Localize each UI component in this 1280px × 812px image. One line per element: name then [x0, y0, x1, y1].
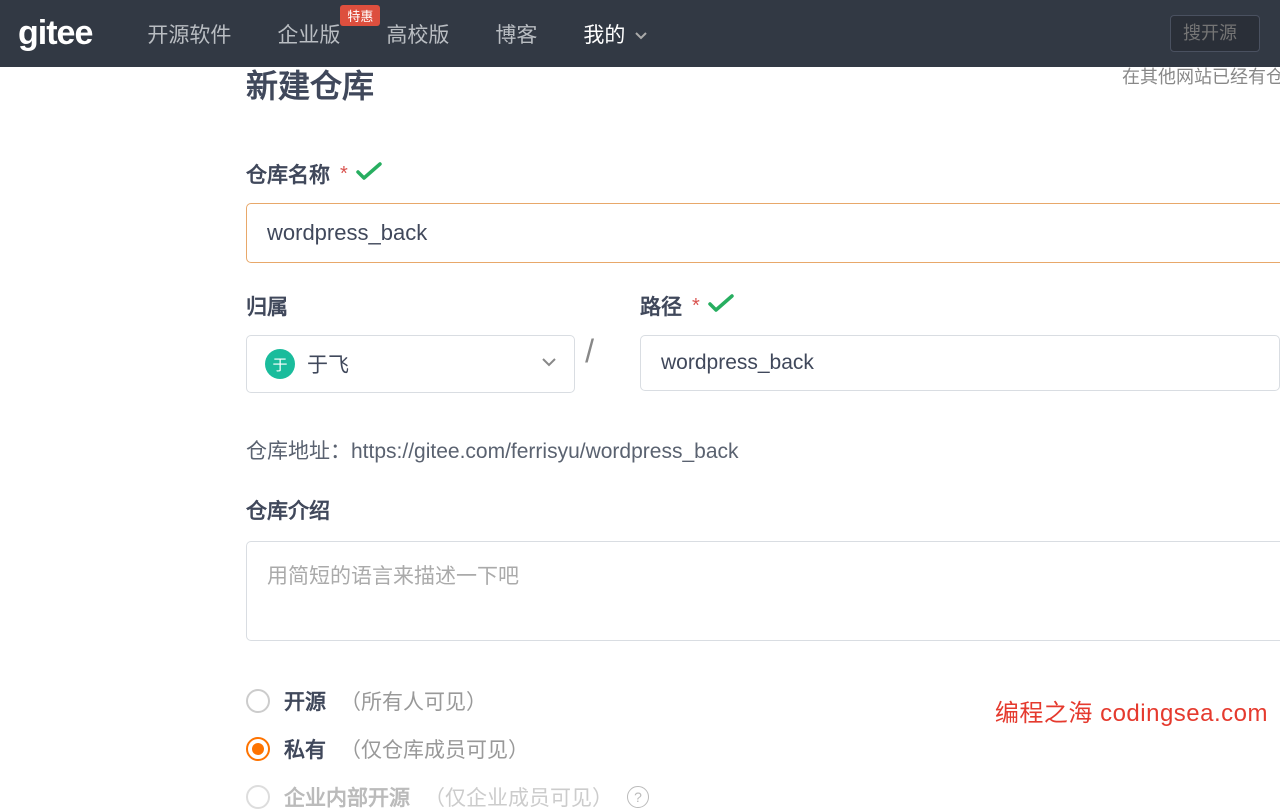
chevron-down-icon: [542, 355, 556, 373]
chevron-down-icon: [635, 32, 647, 40]
nav-mine[interactable]: 我的: [583, 19, 647, 49]
radio-label: 私有: [284, 734, 326, 764]
radio-hint: （仅企业成员可见）: [424, 782, 613, 812]
nav-enterprise[interactable]: 企业版 特惠: [277, 19, 340, 49]
owner-value: 于飞: [307, 349, 349, 379]
nav-items: 开源软件 企业版 特惠 高校版 博客 我的: [147, 19, 647, 49]
owner-block: 归属 于 于飞: [246, 291, 575, 393]
top-nav: gitee 开源软件 企业版 特惠 高校版 博客 我的: [0, 0, 1280, 67]
owner-select[interactable]: 于 于飞: [246, 335, 575, 393]
path-label: 路径: [640, 291, 682, 321]
nav-mine-label: 我的: [583, 24, 625, 47]
check-icon: [708, 294, 734, 319]
owner-path-row: 归属 于 于飞 / 路径 *: [246, 291, 1280, 393]
addr-label: 仓库地址：: [246, 440, 351, 463]
radio-label: 企业内部开源: [284, 782, 410, 812]
radio-icon: [246, 785, 270, 809]
watermark: 编程之海 codingsea.com: [995, 693, 1268, 728]
search-input[interactable]: [1170, 15, 1260, 52]
required-mark: *: [340, 163, 348, 186]
visibility-private[interactable]: 私有 （仅仓库成员可见）: [246, 734, 1280, 764]
radio-label: 开源: [284, 686, 326, 716]
path-input[interactable]: [640, 335, 1280, 391]
repo-name-label: 仓库名称: [246, 159, 330, 189]
owner-label: 归属: [246, 291, 288, 321]
required-mark: *: [692, 295, 700, 318]
repo-name-row: 仓库名称 *: [246, 159, 1280, 263]
desc-label: 仓库介绍: [246, 495, 1280, 525]
repo-name-input[interactable]: [246, 203, 1280, 263]
nav-search: [1170, 15, 1260, 52]
addr-value: https://gitee.com/ferrisyu/wordpress_bac…: [351, 440, 739, 463]
nav-edu[interactable]: 高校版: [386, 19, 449, 49]
avatar: 于: [265, 349, 295, 379]
nav-blog[interactable]: 博客: [495, 19, 537, 49]
desc-textarea[interactable]: [246, 541, 1280, 641]
help-icon[interactable]: ?: [627, 786, 649, 808]
nav-opensource[interactable]: 开源软件: [147, 19, 231, 49]
radio-icon[interactable]: [246, 737, 270, 761]
path-block: 路径 *: [640, 291, 1280, 391]
radio-icon[interactable]: [246, 689, 270, 713]
nav-badge: 特惠: [340, 5, 380, 26]
visibility-enterprise: 企业内部开源 （仅企业成员可见） ?: [246, 782, 1280, 812]
check-icon: [356, 162, 382, 187]
radio-hint: （所有人可见）: [340, 686, 487, 716]
path-separator: /: [585, 333, 594, 370]
repo-address: 仓库地址：https://gitee.com/ferrisyu/wordpres…: [246, 435, 1280, 465]
nav-enterprise-label: 企业版: [277, 24, 340, 47]
radio-hint: （仅仓库成员可见）: [340, 734, 529, 764]
right-hint: 在其他网站已经有仓: [1122, 63, 1280, 89]
logo[interactable]: gitee: [18, 14, 92, 53]
